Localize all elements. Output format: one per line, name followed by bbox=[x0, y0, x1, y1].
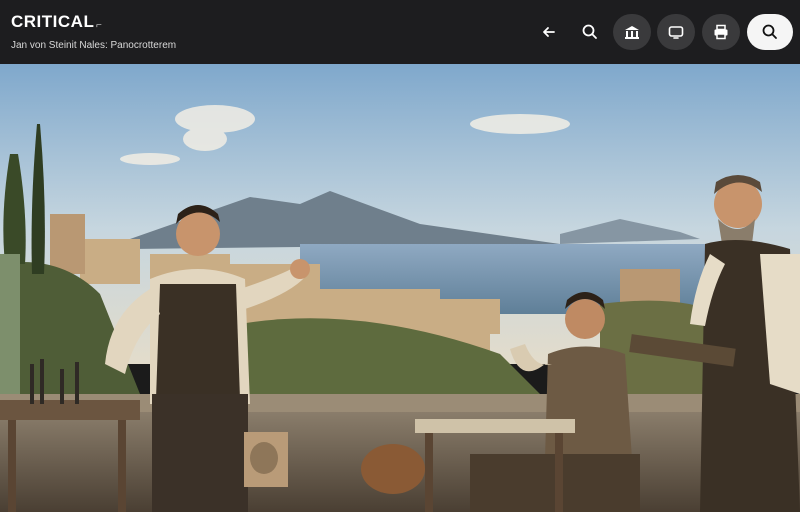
artwork-image[interactable] bbox=[0, 64, 800, 512]
museum-button[interactable] bbox=[613, 14, 651, 50]
top-bar: CRITICAL ⌐ Jan von Steinit Nales: Panocr… bbox=[0, 0, 800, 64]
arrow-left-icon bbox=[543, 27, 555, 37]
search-icon bbox=[582, 24, 597, 39]
cast-button[interactable] bbox=[657, 14, 695, 50]
search-button[interactable] bbox=[571, 14, 609, 50]
museum-icon bbox=[625, 26, 639, 39]
cast-icon bbox=[668, 26, 684, 39]
app-title: CRITICAL bbox=[11, 12, 95, 31]
search-icon bbox=[762, 24, 777, 39]
back-button[interactable] bbox=[530, 14, 568, 50]
painting-scene bbox=[0, 64, 800, 512]
print-icon bbox=[714, 24, 728, 40]
artwork-subtitle: Jan von Steinit Nales: Panocrotterem bbox=[11, 40, 177, 51]
search-open-button[interactable] bbox=[747, 14, 793, 50]
print-button[interactable] bbox=[702, 14, 740, 50]
brand-mark-icon: ⌐ bbox=[96, 20, 102, 31]
